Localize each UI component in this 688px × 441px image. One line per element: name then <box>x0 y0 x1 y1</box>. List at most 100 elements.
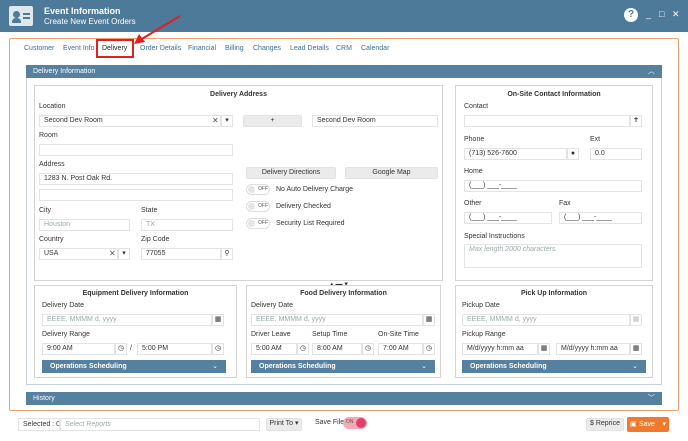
home-phone-input[interactable]: (___) ___-____ <box>464 180 642 192</box>
security-list-toggle[interactable]: OFF <box>246 218 270 229</box>
expand-chevron-icon[interactable]: ﹀ <box>648 392 655 405</box>
ext-input[interactable]: 0.0 <box>590 148 642 160</box>
delivery-directions-button[interactable]: Delivery Directions <box>246 167 336 179</box>
title-bar: Event Information Create New Event Order… <box>0 0 688 32</box>
address-line1-input[interactable]: 1283 N. Post Oak Rd. <box>39 173 233 185</box>
fax-label: Fax <box>559 200 571 207</box>
location-select[interactable]: Second Dev Room <box>39 115 221 127</box>
save-dropdown-icon[interactable]: ▾ <box>662 417 666 432</box>
add-location-button[interactable]: + <box>243 115 302 127</box>
calendar-icon[interactable]: ▦ <box>538 343 550 355</box>
save-label: Save <box>639 421 655 428</box>
calendar-icon[interactable]: ▦ <box>630 343 642 355</box>
history-panel-header[interactable]: History ﹀ <box>26 392 662 405</box>
delivery-panel-header[interactable]: Delivery Information ︿ <box>26 65 662 78</box>
onsite-time-input[interactable]: 7:00 AM <box>378 343 423 355</box>
range-separator: / <box>130 345 132 352</box>
city-input[interactable]: Houston <box>39 219 130 231</box>
phone-label: Phone <box>464 136 485 143</box>
select-reports-input[interactable]: Select Reports <box>60 418 260 431</box>
equipment-delivery-title: Equipment Delivery Information <box>82 290 189 297</box>
tab-calendar[interactable]: Calendar <box>361 45 389 52</box>
driver-leave-label: Driver Leave <box>251 331 291 338</box>
clock-icon[interactable]: ◷ <box>362 343 374 355</box>
tab-lead-details[interactable]: Lead Details <box>290 45 329 52</box>
country-select[interactable]: USA <box>39 248 118 260</box>
equipment-ops-scheduling[interactable]: Operations Scheduling ⌄ <box>42 360 226 373</box>
location-dropdown-icon[interactable]: ▾ <box>221 115 233 127</box>
tab-financial[interactable]: Financial <box>188 45 216 52</box>
save-file-label: Save File <box>315 419 345 426</box>
pickup-ops-scheduling[interactable]: Operations Scheduling ⌄ <box>462 360 646 373</box>
zip-label: Zip Code <box>141 236 170 243</box>
tab-event-info[interactable]: Event Info <box>63 45 95 52</box>
contact-input[interactable] <box>464 115 630 127</box>
tab-changes[interactable]: Changes <box>253 45 281 52</box>
phone-dial-icon[interactable]: ● <box>567 148 579 160</box>
delivery-checked-toggle[interactable]: OFF <box>246 201 270 212</box>
location-display: Second Dev Room <box>312 115 438 127</box>
pickup-range-end[interactable]: M/d/yyyy h:mm aa <box>556 343 630 355</box>
delivery-panel-title: Delivery Information <box>33 68 96 75</box>
state-input[interactable]: TX <box>141 219 233 231</box>
history-title: History <box>33 395 55 402</box>
collapse-chevron-icon[interactable]: ︿ <box>648 65 655 78</box>
print-to-button[interactable]: Print To ▾ <box>266 418 302 431</box>
calendar-icon[interactable]: ▦ <box>630 314 642 326</box>
tab-billing[interactable]: Billing <box>225 45 244 52</box>
calendar-icon[interactable]: ▦ <box>212 314 224 326</box>
equipment-date-input[interactable]: EEEE, MMMM d, yyyy <box>42 314 212 326</box>
equipment-range-start[interactable]: 9:00 AM <box>42 343 115 355</box>
close-button[interactable]: ✕ <box>672 9 680 20</box>
pickup-date-input[interactable]: EEEE, MMMM d, yyyy <box>462 314 630 326</box>
special-instructions-textarea[interactable]: Max length 2000 characters. <box>464 244 642 268</box>
phone-input[interactable]: (713) 526-7600 <box>464 148 567 160</box>
save-file-toggle[interactable]: ON <box>343 417 367 429</box>
other-label: Other <box>464 200 482 207</box>
save-button[interactable]: Save ▣ ▾ <box>627 417 669 432</box>
no-auto-charge-toggle[interactable]: OFF <box>246 184 270 195</box>
calendar-icon[interactable]: ▦ <box>423 314 435 326</box>
country-label: Country <box>39 236 64 243</box>
equipment-range-end[interactable]: 5:00 PM <box>137 343 212 355</box>
clock-icon[interactable]: ◷ <box>297 343 309 355</box>
tab-crm[interactable]: CRM <box>336 45 352 52</box>
clear-country-icon[interactable]: ✕ <box>109 249 116 258</box>
tab-customer[interactable]: Customer <box>24 45 54 52</box>
food-ops-scheduling[interactable]: Operations Scheduling ⌄ <box>251 360 435 373</box>
minimize-button[interactable]: _ <box>646 9 651 19</box>
country-dropdown-icon[interactable]: ▾ <box>118 248 130 260</box>
pickup-range-start[interactable]: M/d/yyyy h:mm aa <box>462 343 538 355</box>
delivery-address-title: Delivery Address <box>210 91 267 98</box>
state-label: State <box>141 207 158 214</box>
food-date-label: Delivery Date <box>251 302 294 309</box>
other-phone-input[interactable]: (___) ___-____ <box>464 212 552 224</box>
person-icon[interactable]: ✝ <box>630 115 642 127</box>
clock-icon[interactable]: ◷ <box>212 343 224 355</box>
google-map-button[interactable]: Google Map <box>345 167 438 179</box>
clock-icon[interactable]: ◷ <box>423 343 435 355</box>
setup-time-input[interactable]: 8:00 AM <box>312 343 362 355</box>
help-icon[interactable]: ? <box>624 8 638 22</box>
equipment-range-label: Delivery Range <box>42 331 90 338</box>
active-tab-highlight <box>96 39 134 58</box>
fax-input[interactable]: (___) ___-____ <box>559 212 642 224</box>
reprice-label: Reprice <box>595 420 620 427</box>
zip-search-icon[interactable]: ⚲ <box>221 248 233 260</box>
ops-label: Operations Scheduling <box>259 363 336 370</box>
zip-input[interactable]: 77055 <box>141 248 221 260</box>
clear-location-icon[interactable]: ✕ <box>212 116 219 125</box>
clock-icon[interactable]: ◷ <box>115 343 127 355</box>
driver-leave-input[interactable]: 5:00 AM <box>251 343 297 355</box>
address-line2-input[interactable] <box>39 189 233 201</box>
save-disk-icon: ▣ <box>630 421 637 428</box>
chevron-down-icon: ⌄ <box>421 363 427 370</box>
room-input[interactable] <box>39 144 233 156</box>
food-date-input[interactable]: EEEE, MMMM d, yyyy <box>251 314 423 326</box>
maximize-button[interactable]: □ <box>659 9 664 19</box>
chevron-down-icon: ⌄ <box>632 363 638 370</box>
reprice-button[interactable]: $ Reprice <box>586 418 624 431</box>
tab-order-details[interactable]: Order Details <box>140 45 181 52</box>
room-label: Room <box>39 132 58 139</box>
onsite-contact-title: On-Site Contact Information <box>507 91 601 98</box>
